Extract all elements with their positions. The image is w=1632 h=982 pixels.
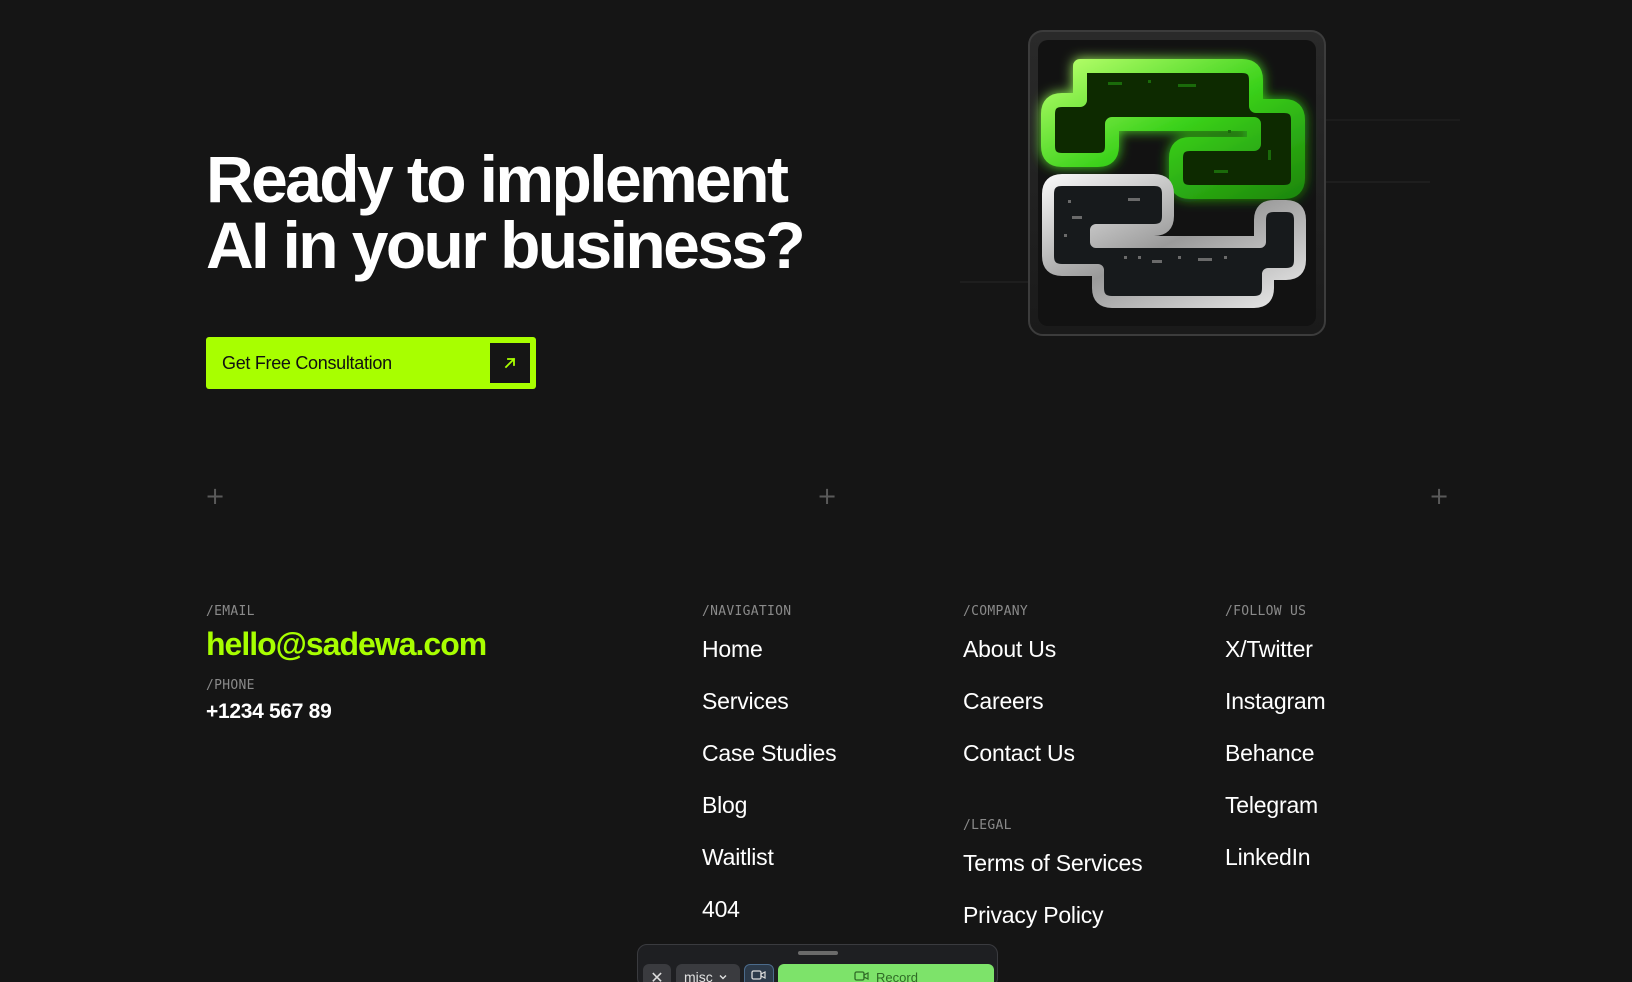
social-link-telegram[interactable]: Telegram	[1225, 790, 1325, 842]
nav-link-case-studies[interactable]: Case Studies	[702, 738, 837, 790]
record-label: Record	[876, 969, 918, 982]
arrow-up-right-icon	[490, 343, 530, 383]
nav-link-blog[interactable]: Blog	[702, 790, 836, 842]
plus-icon: +	[1429, 482, 1450, 510]
nav-link-404[interactable]: 404	[702, 894, 836, 946]
company-link-about-us[interactable]: About Us	[963, 634, 1075, 686]
recorder-select[interactable]: misc	[676, 964, 740, 982]
nav-link-services[interactable]: Services	[702, 686, 836, 738]
cta-label: Get Free Consultation	[222, 352, 392, 373]
phone-label: /PHONE	[206, 678, 255, 693]
email-label: /EMAIL	[206, 604, 255, 619]
navigation-label: /NAVIGATION	[702, 604, 792, 619]
hero-title: Ready to implement AI in your business?	[206, 142, 806, 282]
record-button[interactable]: Record	[778, 964, 994, 982]
social-link-x-twitter[interactable]: X/Twitter	[1225, 634, 1325, 686]
hero-title-line-2: AI in your business?	[206, 208, 806, 282]
plus-icon: +	[205, 482, 226, 510]
camera-toggle-button[interactable]	[744, 964, 774, 982]
follow-us-label: /FOLLOW US	[1225, 604, 1307, 619]
legal-label: /LEGAL	[963, 818, 1012, 833]
nav-link-waitlist[interactable]: Waitlist	[702, 842, 836, 894]
nav-link-home[interactable]: Home	[702, 634, 836, 686]
hero-title-line-1: Ready to implement	[206, 142, 789, 216]
chevron-down-icon	[718, 969, 728, 982]
social-link-instagram[interactable]: Instagram	[1225, 686, 1326, 738]
close-icon[interactable]: ✕	[643, 964, 671, 982]
get-consultation-button[interactable]: Get Free Consultation	[206, 337, 536, 389]
company-link-careers[interactable]: Careers	[963, 686, 1075, 738]
recorder-select-value: misc	[684, 969, 713, 982]
company-label: /COMPANY	[963, 604, 1029, 619]
company-links: About Us Careers Contact Us	[963, 634, 1075, 790]
recorder-toolbar: ✕ misc Record	[637, 944, 998, 982]
company-link-contact-us[interactable]: Contact Us	[963, 738, 1075, 790]
camera-icon	[751, 968, 767, 982]
drag-handle[interactable]	[798, 951, 838, 955]
social-links: X/Twitter Instagram Behance Telegram Lin…	[1225, 634, 1326, 894]
social-link-linkedin[interactable]: LinkedIn	[1225, 842, 1325, 894]
social-link-behance[interactable]: Behance	[1225, 738, 1325, 790]
legal-link-terms[interactable]: Terms of Services	[963, 848, 1143, 900]
legal-links: Terms of Services Privacy Policy	[963, 848, 1143, 952]
footer-page: Ready to implement AI in your business? …	[0, 0, 1632, 982]
email-link[interactable]: hello@sadewa.com	[206, 626, 487, 663]
navigation-links: Home Services Case Studies Blog Waitlist…	[702, 634, 837, 946]
plus-icon: +	[817, 482, 838, 510]
phone-number[interactable]: +1234 567 89	[206, 700, 332, 724]
brand-logo-art	[1028, 30, 1326, 336]
camera-icon	[854, 970, 870, 982]
